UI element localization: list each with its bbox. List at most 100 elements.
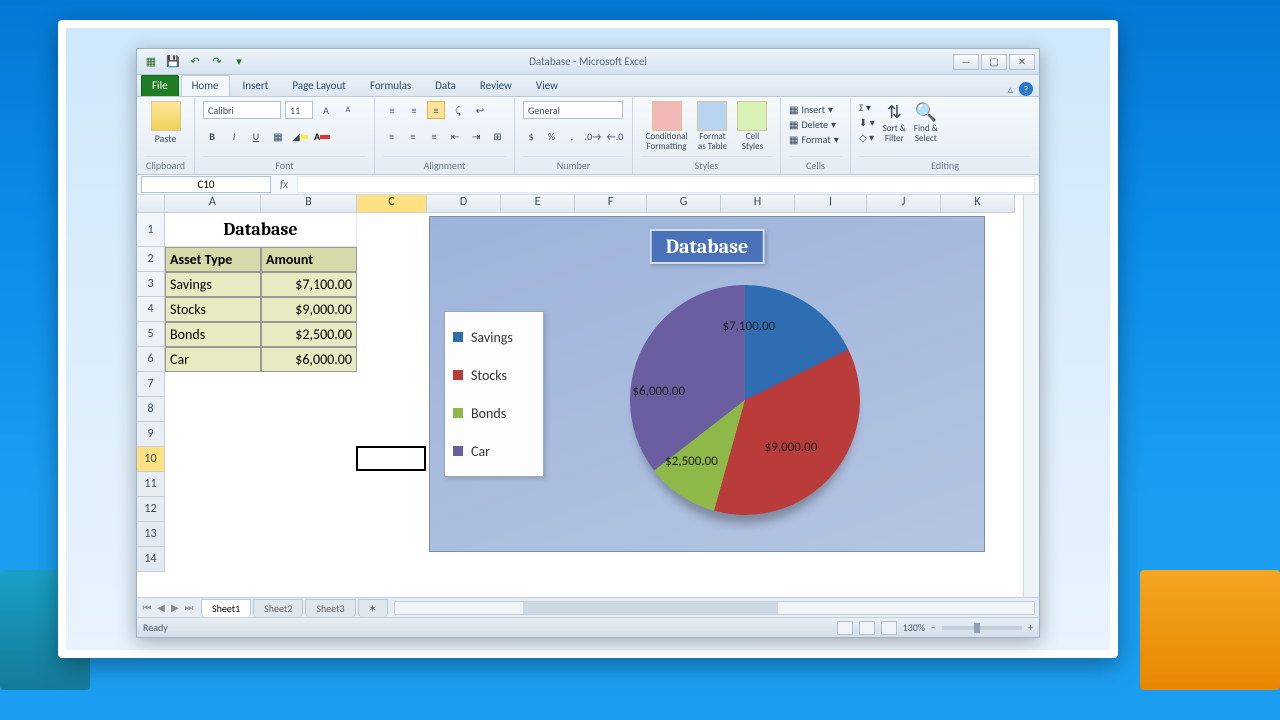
sheet-tab-2[interactable]: Sheet2 (253, 599, 303, 617)
undo-icon[interactable]: ↶ (187, 54, 203, 70)
cells-area[interactable]: DatabaseAsset TypeAmountSavings$7,100.00… (165, 213, 1039, 597)
tab-file[interactable]: File (141, 75, 179, 96)
find-select-button[interactable]: 🔍 Find & Select (914, 101, 938, 144)
normal-view-button[interactable] (837, 621, 853, 635)
font-size-box[interactable]: 11 (285, 101, 313, 119)
clear-icon[interactable]: ◇ ▾ (859, 131, 875, 144)
row-header-6[interactable]: 6 (137, 347, 164, 372)
legend-item-savings[interactable]: Savings (453, 318, 535, 356)
cell-asset-1[interactable]: Stocks (165, 297, 261, 322)
col-header-B[interactable]: B (261, 195, 357, 212)
fill-color-button[interactable]: ◢ (291, 128, 309, 146)
paste-icon[interactable] (151, 101, 181, 131)
align-middle-icon[interactable]: ≡ (405, 101, 423, 119)
autosum-icon[interactable]: Σ ▾ (859, 101, 875, 114)
cell-amount-1[interactable]: $9,000.00 (261, 297, 357, 322)
spreadsheet-grid[interactable]: ABCDEFGHIJK 1234567891011121314 Database… (137, 195, 1039, 597)
border-button[interactable]: ▦ (269, 128, 287, 146)
fill-icon[interactable]: ⬇ ▾ (859, 116, 875, 129)
col-header-D[interactable]: D (427, 195, 501, 212)
align-left-icon[interactable]: ≡ (383, 128, 400, 146)
cell-header-assettype[interactable]: Asset Type (165, 247, 261, 272)
select-all-corner[interactable] (137, 195, 165, 212)
wrap-text-icon[interactable]: ↩ (471, 101, 489, 119)
row-header-10[interactable]: 10 (137, 447, 164, 472)
page-layout-view-button[interactable] (859, 621, 875, 635)
col-header-H[interactable]: H (721, 195, 795, 212)
font-color-button[interactable]: A (313, 128, 331, 146)
nav-first-icon[interactable]: ⏮ (141, 601, 153, 614)
cell-amount-3[interactable]: $6,000.00 (261, 347, 357, 372)
col-header-G[interactable]: G (647, 195, 721, 212)
delete-cells-button[interactable]: ▦ Delete ▾ (789, 118, 842, 131)
col-header-I[interactable]: I (795, 195, 867, 212)
cell-database-title[interactable]: Database (165, 213, 357, 247)
indent-dec-icon[interactable]: ⇤ (447, 128, 464, 146)
formula-input[interactable] (297, 176, 1035, 193)
titlebar[interactable]: ▦ 💾 ↶ ↷ ▾ Database - Microsoft Excel — ▢… (137, 49, 1039, 75)
horizontal-scrollbar[interactable] (394, 601, 1035, 615)
zoom-level[interactable]: 130% (903, 621, 925, 634)
nav-last-icon[interactable]: ⏭ (183, 601, 195, 614)
inc-decimal-icon[interactable]: .0→ (584, 128, 602, 146)
conditional-formatting-button[interactable]: Conditional Formatting (646, 101, 688, 152)
pie-chart[interactable]: DatabaseSavingsStocksBondsCar$7,100.00$9… (429, 216, 985, 552)
col-header-K[interactable]: K (941, 195, 1015, 212)
col-header-C[interactable]: C (357, 195, 427, 212)
chart-title[interactable]: Database (650, 229, 765, 264)
underline-button[interactable]: U (247, 128, 265, 146)
sort-filter-button[interactable]: ⇅ Sort & Filter (883, 101, 906, 144)
cell-header-amount[interactable]: Amount (261, 247, 357, 272)
tab-pagelayout[interactable]: Page Layout (281, 75, 357, 96)
nav-prev-icon[interactable]: ◀ (155, 601, 167, 614)
merge-center-icon[interactable]: ⊞ (489, 128, 506, 146)
tab-formulas[interactable]: Formulas (359, 75, 422, 96)
new-sheet-button[interactable]: ✶ (358, 599, 388, 617)
col-header-J[interactable]: J (867, 195, 941, 212)
row-header-13[interactable]: 13 (137, 522, 164, 547)
help-icon[interactable]: ? (1019, 82, 1033, 96)
cell-amount-0[interactable]: $7,100.00 (261, 272, 357, 297)
tab-insert[interactable]: Insert (232, 75, 280, 96)
cell-styles-button[interactable]: Cell Styles (737, 101, 767, 152)
page-break-view-button[interactable] (881, 621, 897, 635)
col-header-A[interactable]: A (165, 195, 261, 212)
qat-dropdown-icon[interactable]: ▾ (231, 54, 247, 70)
align-top-icon[interactable]: ≡ (383, 101, 401, 119)
row-header-4[interactable]: 4 (137, 297, 164, 322)
row-header-9[interactable]: 9 (137, 422, 164, 447)
sheet-nav-buttons[interactable]: ⏮ ◀ ▶ ⏭ (141, 601, 195, 614)
zoom-in-button[interactable]: + (1028, 621, 1033, 634)
grow-font-icon[interactable]: A (317, 101, 335, 119)
col-header-F[interactable]: F (575, 195, 647, 212)
percent-icon[interactable]: % (543, 128, 559, 146)
comma-icon[interactable]: , (564, 128, 580, 146)
orientation-icon[interactable]: ⤹ (449, 101, 467, 119)
cell-asset-0[interactable]: Savings (165, 272, 261, 297)
bold-button[interactable]: B (203, 128, 221, 146)
format-as-table-button[interactable]: Format as Table (697, 101, 727, 152)
paste-label[interactable]: Paste (155, 132, 177, 145)
zoom-out-button[interactable]: − (931, 621, 936, 634)
row-header-11[interactable]: 11 (137, 472, 164, 497)
insert-cells-button[interactable]: ▦ Insert ▾ (789, 103, 842, 116)
row-header-8[interactable]: 8 (137, 397, 164, 422)
dec-decimal-icon[interactable]: ←.0 (606, 128, 624, 146)
indent-inc-icon[interactable]: ⇥ (468, 128, 485, 146)
row-header-12[interactable]: 12 (137, 497, 164, 522)
cell-asset-2[interactable]: Bonds (165, 322, 261, 347)
legend-item-car[interactable]: Car (453, 432, 535, 470)
row-header-3[interactable]: 3 (137, 272, 164, 297)
align-bottom-icon[interactable]: ≡ (427, 101, 445, 119)
name-box[interactable]: C10 (141, 176, 271, 193)
align-center-icon[interactable]: ≡ (404, 128, 421, 146)
format-cells-button[interactable]: ▦ Format ▾ (789, 133, 842, 146)
number-format-box[interactable]: General (523, 101, 623, 119)
sheet-tab-3[interactable]: Sheet3 (305, 599, 355, 617)
italic-button[interactable]: I (225, 128, 243, 146)
chart-legend[interactable]: SavingsStocksBondsCar (444, 311, 544, 477)
fx-icon[interactable]: fx (275, 178, 293, 191)
legend-item-bonds[interactable]: Bonds (453, 394, 535, 432)
font-name-box[interactable]: Calibri (203, 101, 281, 119)
close-button[interactable]: ✕ (1009, 54, 1035, 70)
